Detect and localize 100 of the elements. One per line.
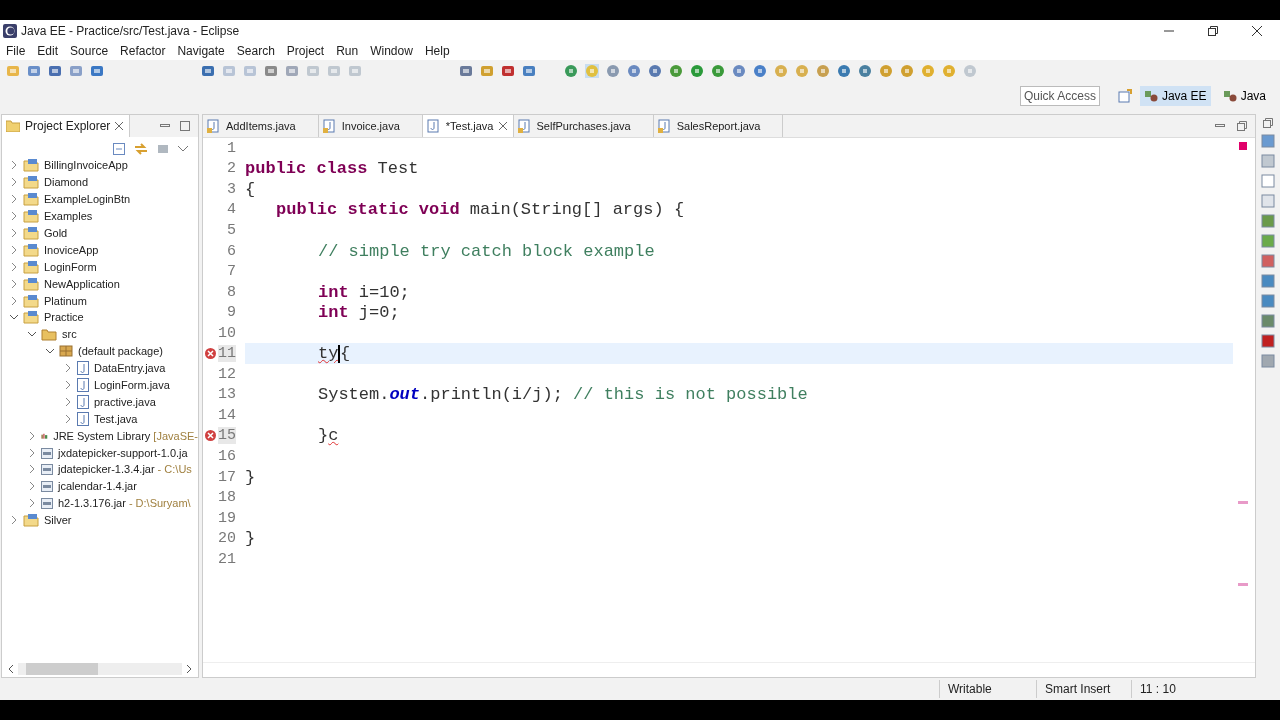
tree-item[interactable]: Diamond	[44, 176, 89, 189]
editor-tab[interactable]: SalesReport.java	[653, 115, 784, 137]
chevron-right-icon[interactable]	[64, 364, 72, 373]
chevron-right-icon[interactable]	[10, 245, 18, 254]
scroll-left-icon[interactable]	[8, 665, 14, 673]
chevron-right-icon[interactable]	[64, 414, 72, 423]
menu-item[interactable]: Source	[70, 43, 109, 58]
chevron-right-icon[interactable]	[28, 465, 36, 474]
chevron-right-icon[interactable]	[28, 431, 36, 440]
perspective-button[interactable]: Java EE	[1139, 86, 1211, 106]
tree-item[interactable]: jcalendar-1.4.jar	[58, 480, 137, 493]
open-perspective-icon[interactable]	[1117, 89, 1132, 103]
project-folder-icon	[23, 513, 39, 528]
jar-icon	[41, 463, 53, 476]
code-line: }	[245, 529, 256, 549]
tree-item-detail: - D:\Suryam\	[128, 497, 191, 510]
restore-icon[interactable]	[1208, 25, 1218, 36]
tree-item[interactable]: BillingInvoiceApp	[44, 159, 128, 172]
minimize-icon[interactable]	[1215, 122, 1225, 130]
menu-item[interactable]: Help	[424, 43, 450, 58]
tree-item[interactable]: src	[62, 328, 77, 341]
chevron-right-icon[interactable]	[28, 448, 36, 457]
close-icon[interactable]	[498, 122, 507, 130]
chevron-right-icon[interactable]	[10, 195, 18, 204]
tree-item[interactable]: Practice	[44, 311, 84, 324]
source-folder-icon	[41, 327, 57, 342]
editor-tab[interactable]: SelfPurchases.java	[513, 115, 654, 137]
window-title: Java EE - Practice/src/Test.java - Eclipse	[21, 23, 240, 38]
menu-item[interactable]: Search	[236, 43, 275, 58]
chevron-right-icon[interactable]	[10, 229, 18, 237]
java-file-icon	[426, 119, 441, 133]
line-number: 2	[227, 160, 236, 178]
chevron-right-icon[interactable]	[28, 482, 36, 491]
tree-item[interactable]: InoviceApp	[44, 243, 99, 256]
tree-item[interactable]: DataEntry.java	[94, 362, 166, 375]
tree-item[interactable]: JRE System Library	[53, 429, 151, 442]
close-icon[interactable]	[115, 122, 124, 130]
chevron-right-icon[interactable]	[10, 178, 18, 187]
menu-item[interactable]: Window	[370, 43, 413, 58]
project-explorer-tab[interactable]: Project Explorer	[2, 115, 131, 137]
dropdown-icon[interactable]	[178, 145, 188, 152]
chevron-right-icon[interactable]	[10, 516, 18, 525]
tree-item[interactable]: ExampleLoginBtn	[44, 193, 131, 206]
line-number: 15	[218, 427, 236, 445]
jar-icon	[41, 497, 53, 510]
perspective-icon	[1222, 89, 1237, 103]
chevron-down-icon[interactable]	[10, 313, 18, 322]
tree-item[interactable]: Examples	[44, 210, 93, 223]
editor-tab[interactable]: *Test.java	[422, 115, 514, 137]
close-icon[interactable]	[1252, 25, 1262, 36]
chevron-down-icon[interactable]	[46, 347, 54, 356]
editor-tab[interactable]: Invoice.java	[318, 115, 423, 137]
jar-icon	[41, 480, 53, 493]
line-number: 6	[227, 242, 236, 260]
chevron-right-icon[interactable]	[10, 212, 18, 221]
menu-item[interactable]: Refactor	[120, 43, 166, 58]
project-folder-icon	[23, 310, 39, 325]
tree-item[interactable]: Gold	[44, 227, 68, 239]
maximize-icon[interactable]	[180, 121, 190, 131]
menu-item[interactable]: Run	[336, 43, 359, 58]
collapse-all-icon[interactable]	[113, 142, 125, 155]
tree-item[interactable]: jxdatepicker-support-1.0.ja	[58, 446, 188, 459]
tree-item[interactable]: LoginForm	[44, 260, 97, 273]
tree-item[interactable]: h2-1.3.176.jar	[58, 497, 126, 510]
chevron-right-icon[interactable]	[10, 296, 18, 305]
error-marker[interactable]	[1239, 142, 1247, 150]
error-marker[interactable]	[1238, 501, 1248, 504]
tree-item[interactable]: NewApplication	[44, 277, 120, 290]
editor-tab[interactable]: AddItems.java	[203, 115, 319, 137]
project-folder-icon	[23, 226, 39, 240]
tree-item[interactable]: jdatepicker-1.3.4.jar	[58, 463, 155, 476]
chevron-down-icon[interactable]	[28, 330, 36, 339]
chevron-right-icon[interactable]	[10, 279, 18, 288]
minimize-icon[interactable]	[160, 122, 170, 130]
tree-item[interactable]: (default package)	[78, 345, 163, 358]
chevron-right-icon[interactable]	[10, 161, 18, 170]
line-number: 14	[218, 406, 236, 424]
menu-item[interactable]: Project	[286, 43, 325, 58]
line-number: 21	[218, 550, 236, 568]
tree-item[interactable]: LoginForm.java	[94, 379, 170, 391]
quick-access-field[interactable]: Quick Access	[1019, 86, 1100, 106]
line-number: 20	[218, 530, 236, 548]
project-folder-icon	[23, 259, 39, 274]
chevron-right-icon[interactable]	[64, 381, 72, 389]
tree-item[interactable]: Platinum	[44, 294, 87, 307]
tree-item[interactable]: Test.java	[94, 412, 138, 425]
menu-item[interactable]: Navigate	[177, 43, 225, 58]
scrollbar-thumb[interactable]	[26, 663, 99, 675]
perspective-button[interactable]: Java	[1218, 86, 1270, 106]
tree-item[interactable]: Silver	[44, 514, 72, 527]
chevron-right-icon[interactable]	[64, 397, 72, 406]
line-number: 4	[227, 201, 236, 219]
scroll-right-icon[interactable]	[186, 665, 192, 673]
java-file-icon	[657, 119, 672, 133]
chevron-right-icon[interactable]	[10, 262, 18, 271]
menu-item[interactable]: File	[6, 43, 26, 58]
chevron-right-icon[interactable]	[28, 499, 36, 508]
error-marker[interactable]	[1238, 583, 1248, 586]
menu-item[interactable]: Edit	[37, 43, 59, 58]
tree-item[interactable]: practive.java	[94, 395, 156, 408]
